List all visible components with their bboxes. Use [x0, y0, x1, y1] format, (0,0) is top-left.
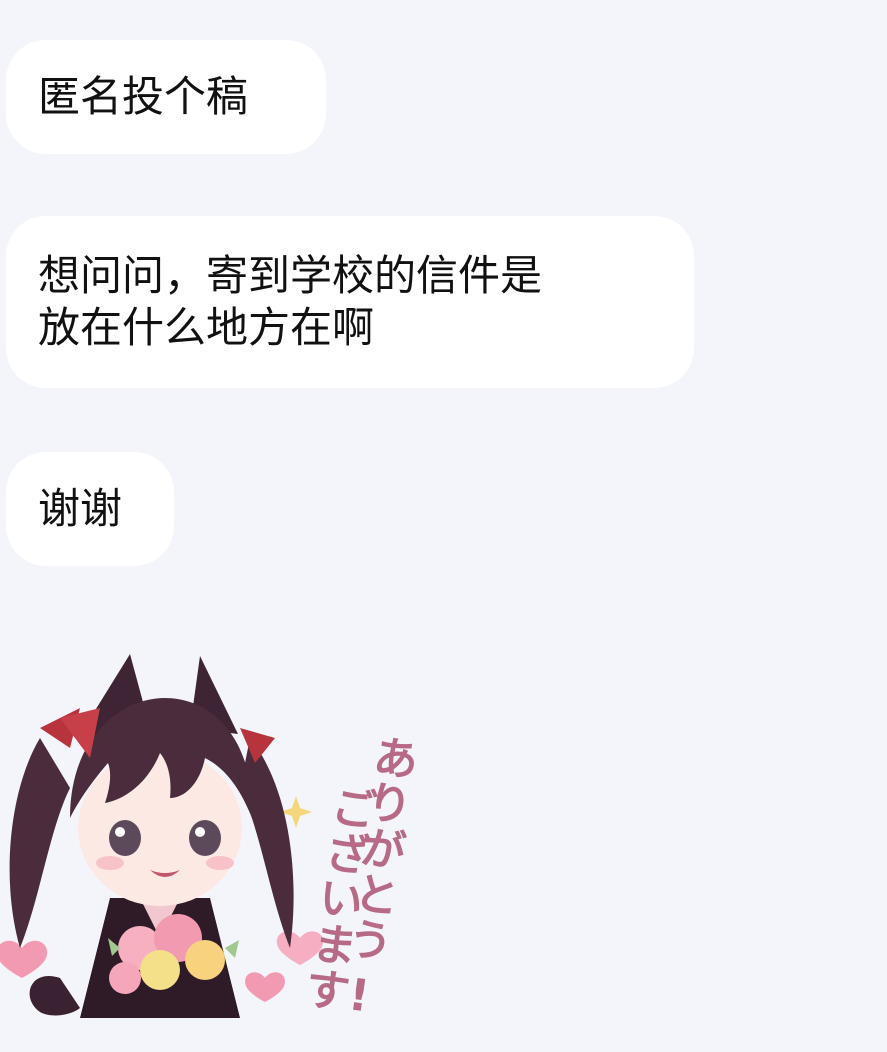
message-text: 想问问，寄到学校的信件是 放在什么地方在啊 — [38, 251, 543, 352]
message-text: 匿名投个稿 — [38, 72, 249, 121]
message-bubble[interactable]: 想问问，寄到学校的信件是 放在什么地方在啊 — [6, 216, 694, 388]
message-bubble[interactable]: 谢谢 — [6, 452, 174, 566]
thank-you-sticker[interactable]: ありがとう ございます! — [0, 648, 421, 1023]
message-text: 谢谢 — [38, 484, 123, 533]
message-bubble[interactable]: 匿名投个稿 — [6, 40, 326, 154]
